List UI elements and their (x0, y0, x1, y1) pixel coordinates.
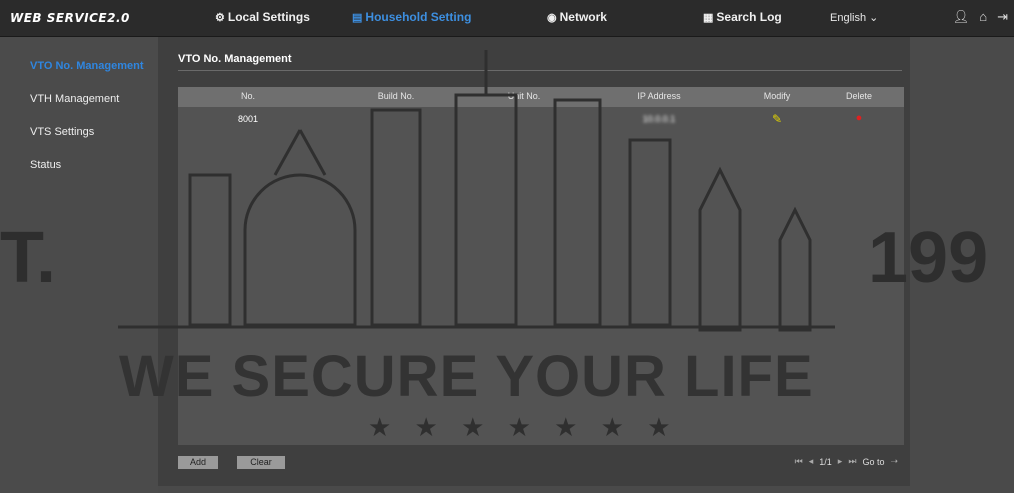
edit-pencil-icon[interactable]: ✎ (767, 112, 787, 126)
pagination: ⏮ ◂ 1/1 ▸ ⏭ Go to ➝ (795, 456, 898, 467)
main-panel: VTO No. Management No. Build No. Unit No… (158, 37, 910, 486)
nav-search-log[interactable]: ▦ Search Log (703, 10, 782, 24)
last-page-icon[interactable]: ⏭ (848, 456, 856, 467)
home-icon[interactable]: ⌂ (979, 9, 987, 25)
doc-icon: ▦ (703, 11, 714, 24)
nav-label: Search Log (716, 10, 782, 24)
col-ip-address: IP Address (637, 91, 681, 101)
delete-icon[interactable]: ● (849, 112, 869, 124)
nav-household-setting[interactable]: ▤ Household Setting (352, 10, 471, 24)
page-indicator: 1/1 (819, 456, 832, 467)
col-no: No. (240, 91, 255, 101)
nav-network[interactable]: ◉ Network (547, 10, 607, 24)
language-select[interactable]: English ⌄ (830, 11, 878, 24)
cell-no: 8001 (237, 114, 259, 124)
nav-label: Household Setting (365, 10, 472, 24)
col-unit-no: Unit No. (507, 91, 541, 101)
chevron-down-icon: ⌄ (869, 12, 879, 24)
tab-divider (178, 70, 902, 71)
right-gutter (910, 37, 1014, 493)
user-icon[interactable]: 👤︎ (953, 9, 970, 25)
col-delete: Delete (845, 91, 872, 101)
table-header: No. Build No. Unit No. IP Address Modify… (178, 87, 904, 107)
brand-logo: WEB SERVICE2.0 (10, 11, 130, 25)
nav-label: Network (559, 10, 607, 24)
sidebar-item-vts-settings[interactable]: VTS Settings (0, 117, 158, 147)
cell-ip-address: 10.0.0.1 (642, 114, 676, 124)
nav-label: Local Settings (227, 10, 310, 24)
bars-icon: ▤ (352, 11, 363, 24)
sidebar: VTO No. Management VTH Management VTS Se… (0, 37, 158, 493)
vto-table: No. Build No. Unit No. IP Address Modify… (178, 87, 904, 445)
prev-page-icon[interactable]: ◂ (809, 456, 814, 467)
sidebar-item-vth-management[interactable]: VTH Management (0, 84, 158, 114)
top-navigation-bar: WEB SERVICE2.0 ⚙ Local Settings ▤ Househ… (0, 0, 1014, 37)
add-button[interactable]: Add (178, 456, 218, 469)
clear-button[interactable]: Clear (237, 456, 285, 469)
nav-local-settings[interactable]: ⚙ Local Settings (215, 10, 310, 24)
goto-label[interactable]: Go to (862, 457, 884, 467)
col-build-no: Build No. (377, 91, 415, 101)
sidebar-item-status[interactable]: Status (0, 150, 158, 180)
tab-vto-no-management[interactable]: VTO No. Management (178, 48, 318, 70)
first-page-icon[interactable]: ⏮ (795, 456, 803, 467)
col-modify: Modify (763, 91, 791, 101)
top-right-icons: 👤︎ ⌂ ⇥ (953, 9, 1008, 25)
gear-icon: ⚙ (215, 11, 225, 24)
globe-icon: ◉ (547, 11, 557, 24)
sidebar-item-vto-no-management[interactable]: VTO No. Management (0, 51, 158, 81)
next-page-icon[interactable]: ▸ (838, 456, 843, 467)
goto-arrow-icon[interactable]: ➝ (890, 456, 898, 467)
logout-icon[interactable]: ⇥ (997, 9, 1008, 25)
